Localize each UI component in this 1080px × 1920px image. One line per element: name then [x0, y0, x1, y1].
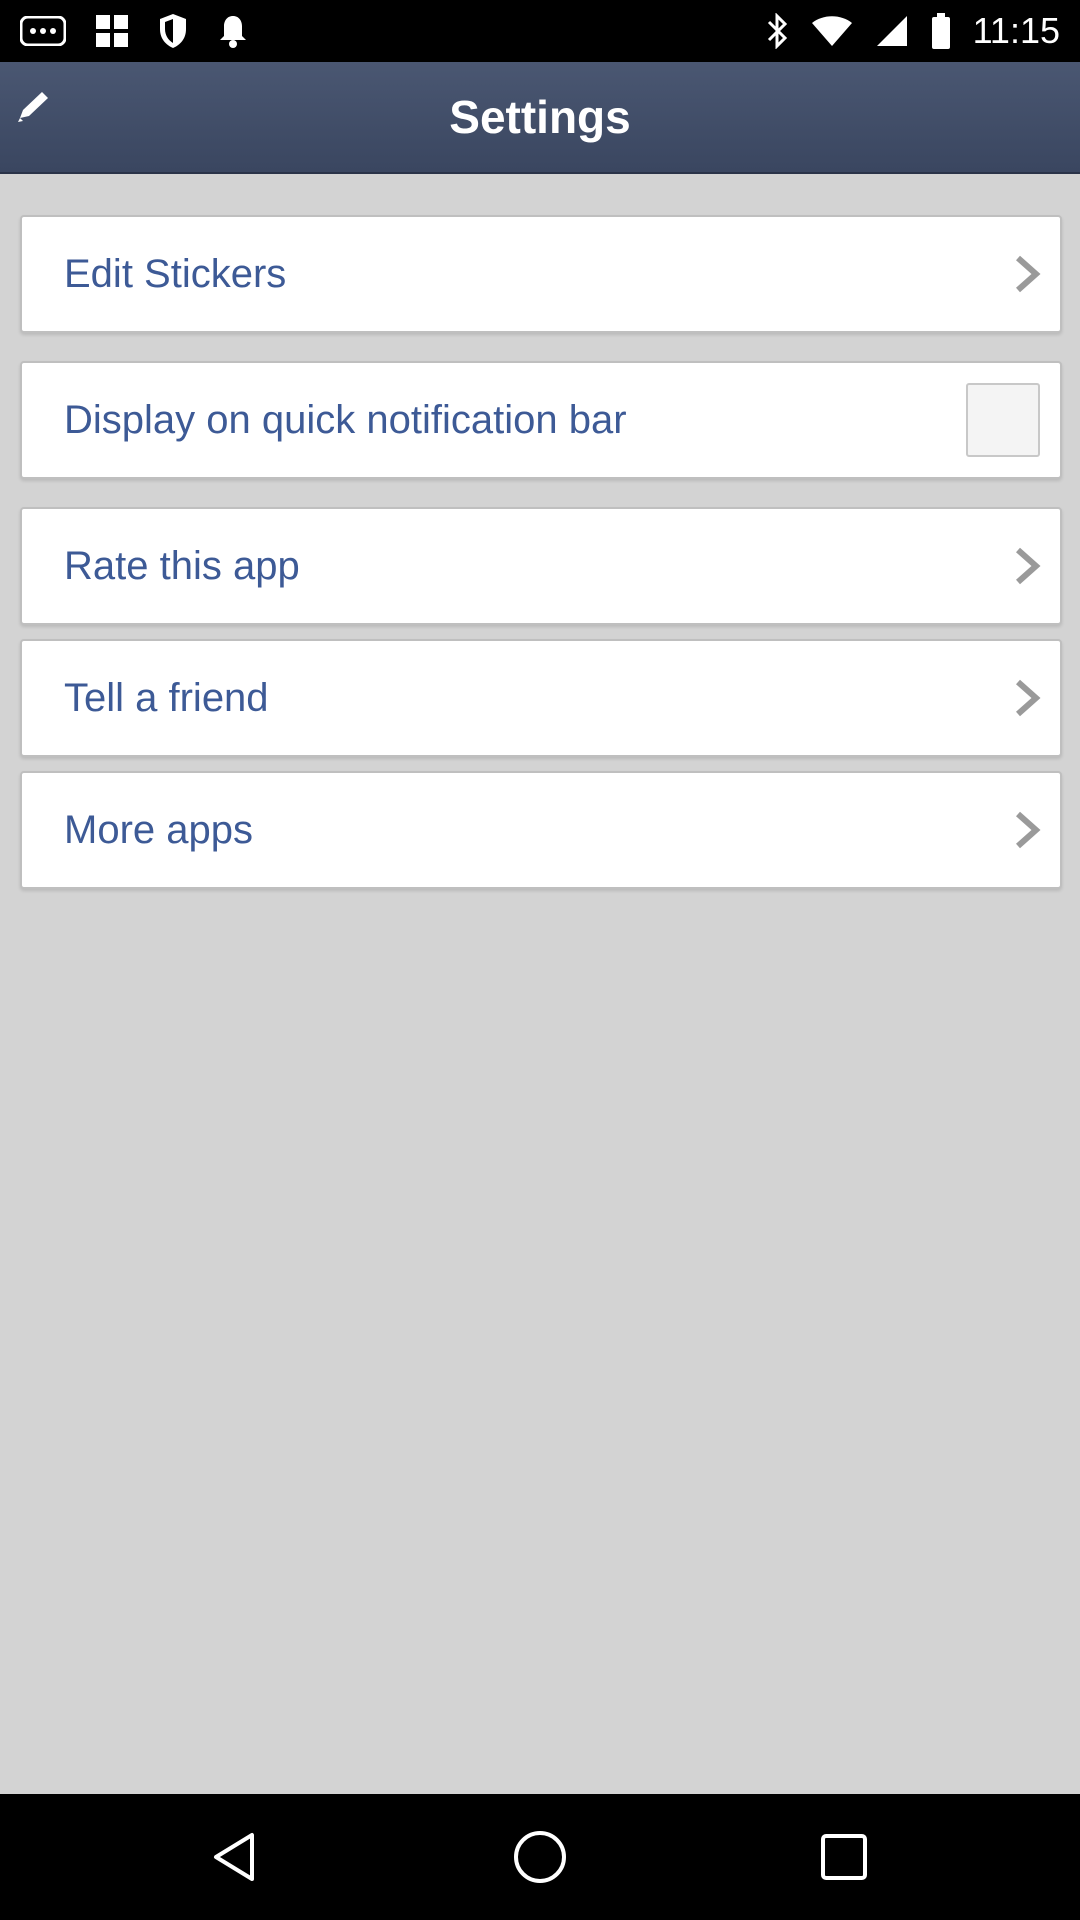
settings-item-edit-stickers[interactable]: Edit Stickers [20, 215, 1062, 333]
settings-item-label: Tell a friend [64, 676, 269, 720]
settings-item-label: More apps [64, 808, 253, 852]
settings-item-label: Rate this app [64, 544, 300, 588]
status-time: 11:15 [972, 10, 1060, 51]
navigation-bar [0, 1794, 1080, 1920]
chevron-right-icon [1016, 547, 1041, 585]
settings-item-label: Edit Stickers [64, 252, 287, 296]
recents-icon[interactable] [814, 1827, 874, 1887]
app-grid-icon [96, 15, 128, 47]
home-icon[interactable] [510, 1827, 570, 1887]
more-notifications-icon [20, 16, 66, 46]
notification-bell-icon [220, 16, 246, 48]
wifi-icon [811, 16, 852, 46]
settings-item-label: Display on quick notification bar [64, 398, 627, 442]
app-bar: Settings [0, 62, 1080, 174]
settings-item-quick-notification[interactable]: Display on quick notification bar [20, 361, 1062, 479]
quick-notification-checkbox[interactable] [966, 383, 1040, 457]
settings-item-more-apps[interactable]: More apps [20, 771, 1062, 889]
battery-icon [931, 13, 950, 49]
chevron-right-icon [1016, 811, 1041, 849]
chevron-right-icon [1016, 679, 1041, 717]
cell-signal-icon [876, 16, 907, 46]
settings-item-rate-app[interactable]: Rate this app [20, 507, 1062, 625]
settings-item-tell-friend[interactable]: Tell a friend [20, 639, 1062, 757]
page-title: Settings [449, 91, 631, 143]
status-bar: 11:15 [0, 0, 1080, 62]
bluetooth-icon [767, 13, 787, 49]
security-shield-icon [160, 14, 186, 48]
chevron-right-icon [1016, 255, 1041, 293]
back-icon[interactable] [206, 1827, 266, 1887]
